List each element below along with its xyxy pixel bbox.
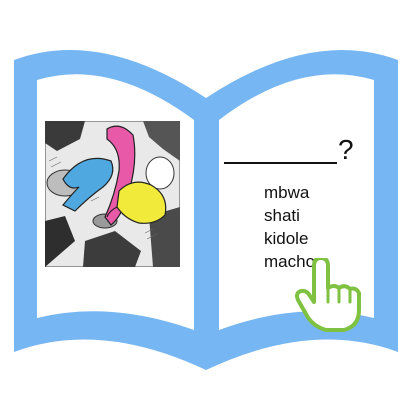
option-kidole[interactable]: kidole bbox=[264, 227, 315, 250]
option-shati[interactable]: shati bbox=[264, 204, 315, 227]
picture-illustration bbox=[45, 121, 180, 267]
option-mbwa[interactable]: mbwa bbox=[264, 181, 315, 204]
answer-blank-line bbox=[224, 162, 337, 164]
book-exercise: ? mbwa shati kidole macho bbox=[0, 0, 413, 401]
pointing-hand-icon bbox=[292, 256, 364, 339]
question-mark: ? bbox=[338, 134, 354, 165]
